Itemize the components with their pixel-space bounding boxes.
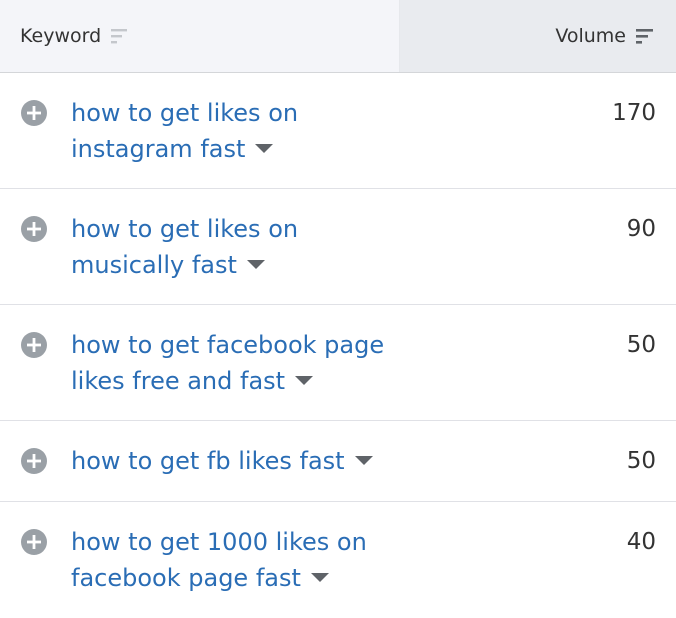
keyword-link[interactable]: musically fast	[71, 251, 237, 279]
keyword-cell: how to get facebook page likes free and …	[71, 327, 401, 399]
caret-down-icon[interactable]	[310, 572, 329, 582]
keyword-column-header[interactable]: Keyword	[0, 0, 400, 72]
plus-circle-icon[interactable]	[20, 447, 48, 479]
keyword-header-label: Keyword	[20, 25, 102, 47]
plus-circle-icon[interactable]	[20, 215, 48, 247]
volume-column-header[interactable]: Volume	[400, 0, 676, 72]
plus-circle-icon[interactable]	[20, 99, 48, 131]
table-header: Keyword Volume	[0, 0, 676, 73]
volume-value: 170	[612, 100, 656, 126]
volume-header-label: Volume	[555, 25, 626, 47]
volume-value: 90	[626, 216, 656, 242]
keyword-table: Keyword Volume how to get likes on insta…	[0, 0, 676, 617]
volume-value: 50	[626, 448, 656, 474]
keyword-link[interactable]: how to get likes on	[71, 215, 298, 243]
table-row: how to get likes on musically fast 90	[0, 189, 676, 305]
table-row: how to get facebook page likes free and …	[0, 305, 676, 421]
plus-circle-icon[interactable]	[20, 528, 48, 560]
keyword-link[interactable]: how to get facebook page	[71, 331, 384, 359]
sort-icon[interactable]	[111, 27, 129, 45]
volume-value: 50	[626, 332, 656, 358]
keyword-link[interactable]: likes free and fast	[71, 367, 285, 395]
volume-value: 40	[626, 529, 656, 555]
keyword-link[interactable]: how to get fb likes fast	[71, 447, 345, 475]
caret-down-icon[interactable]	[295, 375, 314, 385]
keyword-link[interactable]: how to get likes on	[71, 99, 298, 127]
keyword-cell: how to get fb likes fast	[71, 443, 401, 479]
keyword-link[interactable]: instagram fast	[71, 135, 245, 163]
sort-icon[interactable]	[636, 27, 654, 45]
keyword-link[interactable]: how to get 1000 likes on	[71, 528, 367, 556]
table-row: how to get fb likes fast 50	[0, 421, 676, 502]
keyword-cell: how to get 1000 likes on facebook page f…	[71, 524, 401, 596]
table-row: how to get likes on instagram fast 170	[0, 73, 676, 189]
caret-down-icon[interactable]	[354, 455, 373, 465]
keyword-cell: how to get likes on musically fast	[71, 211, 401, 283]
table-row: how to get 1000 likes on facebook page f…	[0, 502, 676, 617]
caret-down-icon[interactable]	[246, 259, 265, 269]
keyword-link[interactable]: facebook page fast	[71, 564, 301, 592]
plus-circle-icon[interactable]	[20, 331, 48, 363]
keyword-cell: how to get likes on instagram fast	[71, 95, 401, 167]
caret-down-icon[interactable]	[255, 143, 274, 153]
